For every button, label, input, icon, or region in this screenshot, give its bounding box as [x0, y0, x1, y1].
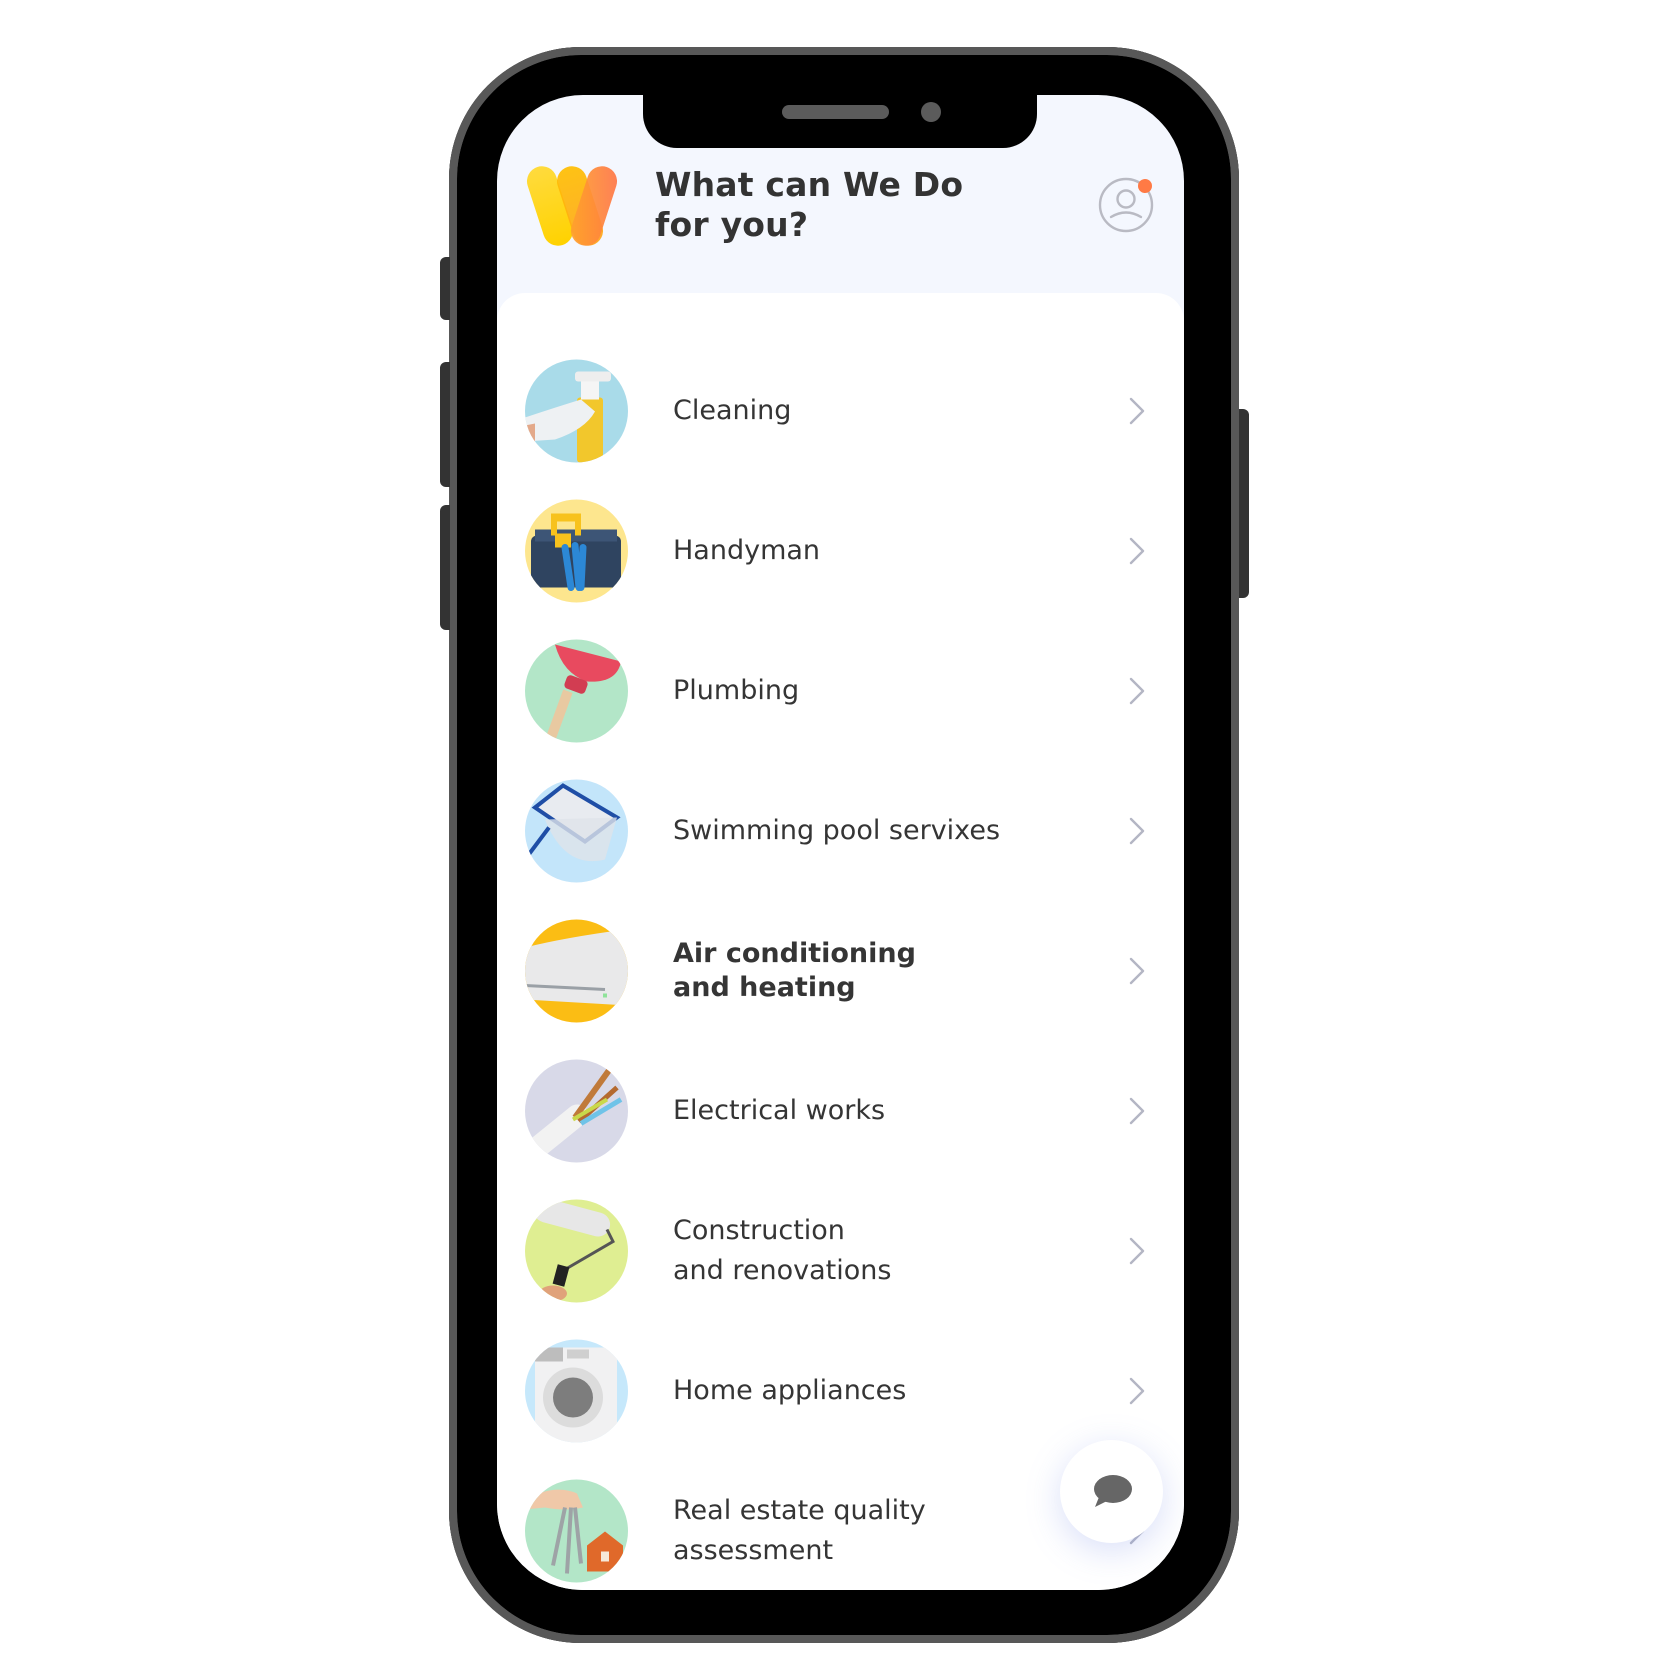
washing-machine-icon — [525, 1339, 628, 1443]
service-label: Construction and renovations — [673, 1215, 892, 1286]
notification-dot — [1138, 179, 1152, 193]
air-conditioner-icon — [525, 919, 628, 1023]
brand-w-logo — [526, 166, 618, 246]
plunger-icon — [525, 639, 628, 743]
chat-button[interactable] — [1060, 1440, 1163, 1543]
volume-up-button — [440, 362, 450, 487]
service-item-air-conditioner[interactable]: Air conditioning and heating — [497, 901, 1184, 1041]
service-label: Home appliances — [673, 1375, 907, 1406]
service-label: Handyman — [673, 535, 821, 566]
service-item-plunger[interactable]: Plumbing — [497, 621, 1184, 761]
service-item-washing-machine[interactable]: Home appliances — [497, 1321, 1184, 1461]
service-label: Real estate quality assessment — [673, 1495, 926, 1566]
service-label: Cleaning — [673, 395, 792, 426]
toolbox-icon — [525, 499, 628, 603]
service-label: Electrical works — [673, 1095, 886, 1126]
user-profile-icon — [1098, 177, 1154, 233]
service-item-electric-wires[interactable]: Electrical works — [497, 1041, 1184, 1181]
house-keys-icon — [525, 1479, 628, 1583]
front-camera — [921, 102, 941, 122]
chevron-right-icon — [1129, 677, 1145, 705]
profile-button[interactable] — [1098, 175, 1156, 233]
service-item-paint-roller[interactable]: Construction and renovations — [497, 1181, 1184, 1321]
service-item-pool-net[interactable]: Swimming pool servixes — [497, 761, 1184, 901]
electric-wires-icon — [525, 1059, 628, 1163]
service-label: Air conditioning and heating — [673, 938, 916, 1003]
title-line-1: What can We Do — [655, 165, 964, 204]
power-button — [1239, 409, 1249, 598]
chevron-right-icon — [1129, 397, 1145, 425]
chevron-right-icon — [1129, 1097, 1145, 1125]
service-label: Plumbing — [673, 675, 800, 706]
paint-roller-icon — [525, 1199, 628, 1303]
chevron-right-icon — [1129, 1237, 1145, 1265]
chevron-right-icon — [1129, 1377, 1145, 1405]
device-notch — [643, 95, 1037, 148]
app-screen: What can We Do for you? Cleaning Handyma… — [497, 95, 1184, 1590]
chevron-right-icon — [1129, 957, 1145, 985]
service-item-toolbox[interactable]: Handyman — [497, 481, 1184, 621]
page-title: What can We Do for you? — [655, 165, 1015, 245]
mute-switch — [440, 257, 450, 320]
pool-net-icon — [525, 779, 628, 883]
volume-down-button — [440, 505, 450, 630]
speaker-grille — [782, 105, 889, 119]
service-label: Swimming pool servixes — [673, 815, 1001, 846]
chevron-right-icon — [1129, 817, 1145, 845]
chevron-right-icon — [1129, 537, 1145, 565]
title-line-2: for you? — [655, 205, 809, 244]
service-item-spray-bottle[interactable]: Cleaning — [497, 341, 1184, 481]
spray-bottle-icon — [525, 359, 628, 463]
services-list: Cleaning Handyman Plumbing Swimming pool… — [497, 341, 1184, 1590]
chat-bubble-icon — [1093, 1474, 1132, 1507]
